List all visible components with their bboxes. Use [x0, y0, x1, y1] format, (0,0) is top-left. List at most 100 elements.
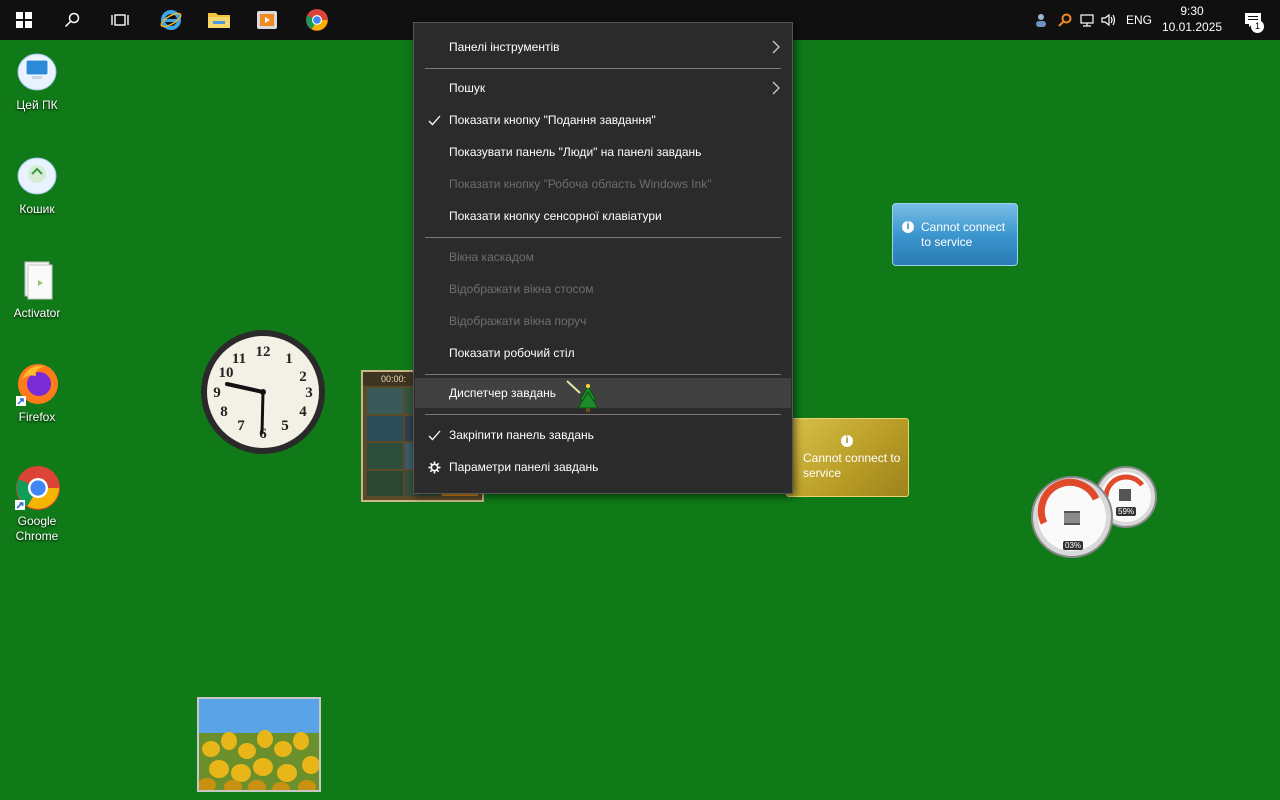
- desktop-icon-activator[interactable]: Activator: [4, 250, 70, 321]
- memory-percent: 59%: [1116, 507, 1137, 516]
- file-explorer-button[interactable]: [195, 0, 243, 40]
- menu-item-show-desktop[interactable]: Показати робочий стіл: [415, 338, 791, 368]
- svg-text:5: 5: [281, 418, 289, 434]
- search-button[interactable]: [48, 0, 96, 40]
- desktop-icon-label: Firefox: [18, 410, 56, 424]
- svg-text:4: 4: [299, 404, 307, 420]
- menu-item-search[interactable]: Пошук: [415, 73, 791, 103]
- clock-date: 10.01.2025: [1162, 20, 1223, 34]
- taskbar-context-menu: Панелі інструментів Пошук Показати кнопк…: [413, 22, 793, 494]
- svg-text:11: 11: [232, 351, 246, 367]
- clock[interactable]: 9:30 10.01.2025: [1162, 3, 1222, 35]
- menu-item-stacked: Відображати вікна стосом: [415, 274, 791, 304]
- media-player-button[interactable]: [243, 0, 291, 40]
- menu-item-label: Диспетчер завдань: [449, 386, 557, 400]
- desktop-icon-label: Activator: [13, 306, 61, 320]
- desktop-icon-google-chrome[interactable]: Google Chrome: [4, 458, 70, 544]
- media-player-icon: [257, 11, 277, 29]
- svg-text:8: 8: [220, 404, 228, 420]
- info-icon: i: [841, 435, 853, 447]
- info-icon: i: [902, 221, 914, 233]
- weather-error-message: Cannot connect to service: [921, 220, 1006, 249]
- chevron-right-icon: [772, 81, 780, 95]
- search-icon: [64, 12, 80, 28]
- menu-item-label: Відображати вікна стосом: [449, 282, 594, 296]
- mouse-cursor: [566, 380, 600, 414]
- checkmark-icon: [427, 113, 441, 127]
- desktop-icon-this-pc[interactable]: Цей ПК: [4, 42, 70, 113]
- task-view-button[interactable]: [96, 0, 144, 40]
- analog-clock-icon: 1212 345 678 91011: [201, 330, 325, 454]
- svg-text:3: 3: [305, 385, 313, 401]
- menu-item-lock-taskbar[interactable]: Закріпити панель завдань: [415, 420, 791, 450]
- menu-item-show-task-view[interactable]: Показати кнопку "Подання завдання": [415, 105, 791, 135]
- tulips-photo: [199, 699, 319, 790]
- gauge-icon: [1031, 466, 1157, 558]
- clock-time: 9:30: [1180, 4, 1204, 18]
- internet-explorer-icon: [160, 10, 182, 30]
- menu-item-label: Показувати панель "Люди" на панелі завда…: [449, 145, 702, 159]
- menu-item-side-by-side: Відображати вікна поруч: [415, 306, 791, 336]
- recycle-bin-icon: [14, 152, 60, 198]
- menu-separator: [425, 237, 781, 238]
- menu-item-windows-ink: Показати кнопку "Робоча область Windows …: [415, 169, 791, 199]
- menu-item-label: Відображати вікна поруч: [449, 314, 587, 328]
- menu-item-taskbar-settings[interactable]: Параметри панелі завдань: [415, 452, 791, 482]
- chrome-icon: [14, 464, 60, 510]
- currency-gadget[interactable]: i Cannot connect to service: [786, 418, 909, 497]
- desktop-icon-firefox[interactable]: Firefox: [4, 354, 70, 425]
- desktop-icon-label: Цей ПК: [16, 98, 58, 112]
- menu-item-task-manager[interactable]: Диспетчер завдань: [415, 378, 791, 408]
- menu-separator: [425, 68, 781, 69]
- task-view-icon: [111, 14, 129, 26]
- checkmark-icon: [427, 428, 441, 442]
- volume-icon[interactable]: [1100, 11, 1118, 29]
- file-icon: [14, 256, 60, 302]
- cpu-percent: 03%: [1063, 541, 1084, 550]
- svg-text:9: 9: [213, 385, 221, 401]
- menu-item-show-people[interactable]: Показувати панель "Люди" на панелі завда…: [415, 137, 791, 167]
- start-button[interactable]: [0, 0, 48, 40]
- menu-item-label: Вікна каскадом: [449, 250, 534, 264]
- firefox-icon: [14, 360, 60, 406]
- search-orange-icon[interactable]: [1056, 11, 1074, 29]
- menu-item-label: Показати робочий стіл: [449, 346, 575, 360]
- chrome-taskbar-button[interactable]: [293, 0, 341, 40]
- cpu-meter-gadget[interactable]: 59% 03%: [1030, 465, 1160, 560]
- notification-count: 1: [1251, 20, 1264, 33]
- network-icon[interactable]: [1078, 11, 1096, 29]
- menu-item-cascade: Вікна каскадом: [415, 242, 791, 272]
- menu-separator: [425, 374, 781, 375]
- gear-icon: [427, 460, 441, 474]
- menu-item-label: Показати кнопку "Подання завдання": [449, 113, 656, 127]
- internet-explorer-button[interactable]: [147, 0, 195, 40]
- slideshow-gadget[interactable]: [197, 697, 321, 792]
- desktop-icon-label: Google Chrome: [15, 514, 59, 543]
- svg-text:10: 10: [219, 365, 234, 381]
- desktop-icon-recycle-bin[interactable]: Кошик: [4, 146, 70, 217]
- folder-icon: [208, 13, 230, 28]
- desktop-icon-label: Кошик: [19, 202, 55, 216]
- menu-item-touch-keyboard[interactable]: Показати кнопку сенсорної клавіатури: [415, 201, 791, 231]
- menu-item-label: Параметри панелі завдань: [449, 460, 599, 474]
- menu-item-label: Закріпити панель завдань: [449, 428, 594, 442]
- windows-logo-icon: [16, 12, 32, 28]
- action-center-button[interactable]: 1: [1238, 0, 1268, 40]
- weather-gadget[interactable]: i Cannot connect to service: [892, 203, 1018, 266]
- language-indicator[interactable]: ENG: [1126, 13, 1152, 27]
- chrome-icon: [306, 9, 328, 31]
- people-icon[interactable]: [1032, 11, 1050, 29]
- menu-item-label: Пошук: [449, 81, 486, 95]
- chevron-right-icon: [772, 40, 780, 54]
- menu-separator: [425, 414, 781, 415]
- menu-item-toolbars[interactable]: Панелі інструментів: [415, 32, 791, 62]
- menu-item-label: Показати кнопку "Робоча область Windows …: [449, 177, 712, 191]
- menu-item-label: Показати кнопку сенсорної клавіатури: [449, 209, 662, 223]
- svg-text:1: 1: [285, 351, 293, 367]
- clock-gadget[interactable]: 1212 345 678 91011: [199, 328, 327, 456]
- system-tray: ENG: [1032, 0, 1152, 40]
- computer-icon: [14, 48, 60, 94]
- menu-item-label: Панелі інструментів: [449, 40, 560, 54]
- svg-text:12: 12: [256, 344, 271, 360]
- currency-error-message: Cannot connect to service: [803, 451, 901, 480]
